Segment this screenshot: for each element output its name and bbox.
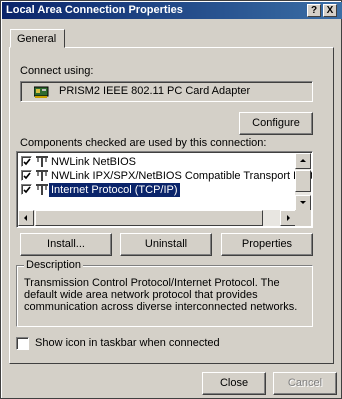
show-icon-label: Show icon in taskbar when connected (35, 337, 220, 349)
scroll-up-button[interactable] (295, 153, 311, 169)
network-component-icon (36, 170, 48, 181)
network-card-icon (34, 86, 49, 98)
tab-general-label: General (17, 33, 57, 45)
list-item[interactable]: NWLink IPX/SPX/NetBIOS Compatible Transp… (21, 169, 312, 183)
scrollbar-corner (295, 210, 311, 226)
network-component-icon (36, 184, 48, 195)
description-text: Transmission Control Protocol/Internet P… (24, 277, 298, 313)
show-icon-checkbox[interactable] (16, 337, 29, 350)
adapter-field: PRISM2 IEEE 802.11 PC Card Adapter (20, 81, 313, 102)
arrow-up-icon (300, 159, 306, 162)
title-bar[interactable]: Local Area Connection Properties ? X (2, 2, 342, 19)
properties-button[interactable]: Properties (221, 233, 313, 256)
components-label: Components checked are used by this conn… (20, 137, 267, 149)
arrow-right-icon (287, 215, 290, 221)
scroll-left-button[interactable] (18, 210, 34, 226)
checkmark-icon (23, 186, 31, 194)
horizontal-scrollbar[interactable] (18, 210, 296, 226)
component-label: NWLink NetBIOS (51, 156, 136, 168)
horizontal-scroll-thumb[interactable] (35, 210, 263, 226)
scroll-down-button[interactable] (295, 195, 311, 211)
help-button[interactable]: ? (307, 4, 321, 17)
tab-general[interactable]: General (10, 29, 65, 48)
connect-using-label: Connect using: (20, 65, 94, 77)
scroll-right-button[interactable] (280, 210, 296, 226)
component-checkbox[interactable] (21, 156, 32, 167)
close-window-button[interactable]: X (323, 4, 337, 17)
description-legend: Description (24, 259, 84, 271)
network-component-icon (36, 156, 48, 167)
vertical-scrollbar[interactable] (295, 153, 311, 211)
configure-button[interactable]: Configure (239, 112, 313, 135)
uninstall-button[interactable]: Uninstall (120, 233, 212, 256)
cancel-button: Cancel (273, 372, 337, 395)
arrow-left-icon (24, 215, 27, 221)
list-item[interactable]: NWLink NetBIOS (21, 155, 297, 169)
adapter-name: PRISM2 IEEE 802.11 PC Card Adapter (59, 85, 251, 97)
component-label-selected: Internet Protocol (TCP/IP) (49, 183, 180, 197)
checkmark-icon (23, 172, 31, 180)
component-checkbox[interactable] (21, 184, 32, 195)
close-button[interactable]: Close (202, 372, 266, 395)
install-button[interactable]: Install... (20, 233, 112, 256)
components-list[interactable]: NWLink NetBIOS NWLink IPX/SPX/NetBIOS Co… (16, 151, 313, 228)
list-item[interactable]: Internet Protocol (TCP/IP) (21, 183, 297, 197)
properties-dialog: Local Area Connection Properties ? X Gen… (0, 0, 342, 399)
window-title: Local Area Connection Properties (6, 4, 183, 16)
component-checkbox[interactable] (21, 170, 32, 181)
arrow-down-icon (300, 201, 306, 204)
checkmark-icon (23, 158, 31, 166)
component-label: NWLink IPX/SPX/NetBIOS Compatible Transp… (51, 170, 313, 182)
vertical-scroll-thumb[interactable] (295, 170, 311, 192)
